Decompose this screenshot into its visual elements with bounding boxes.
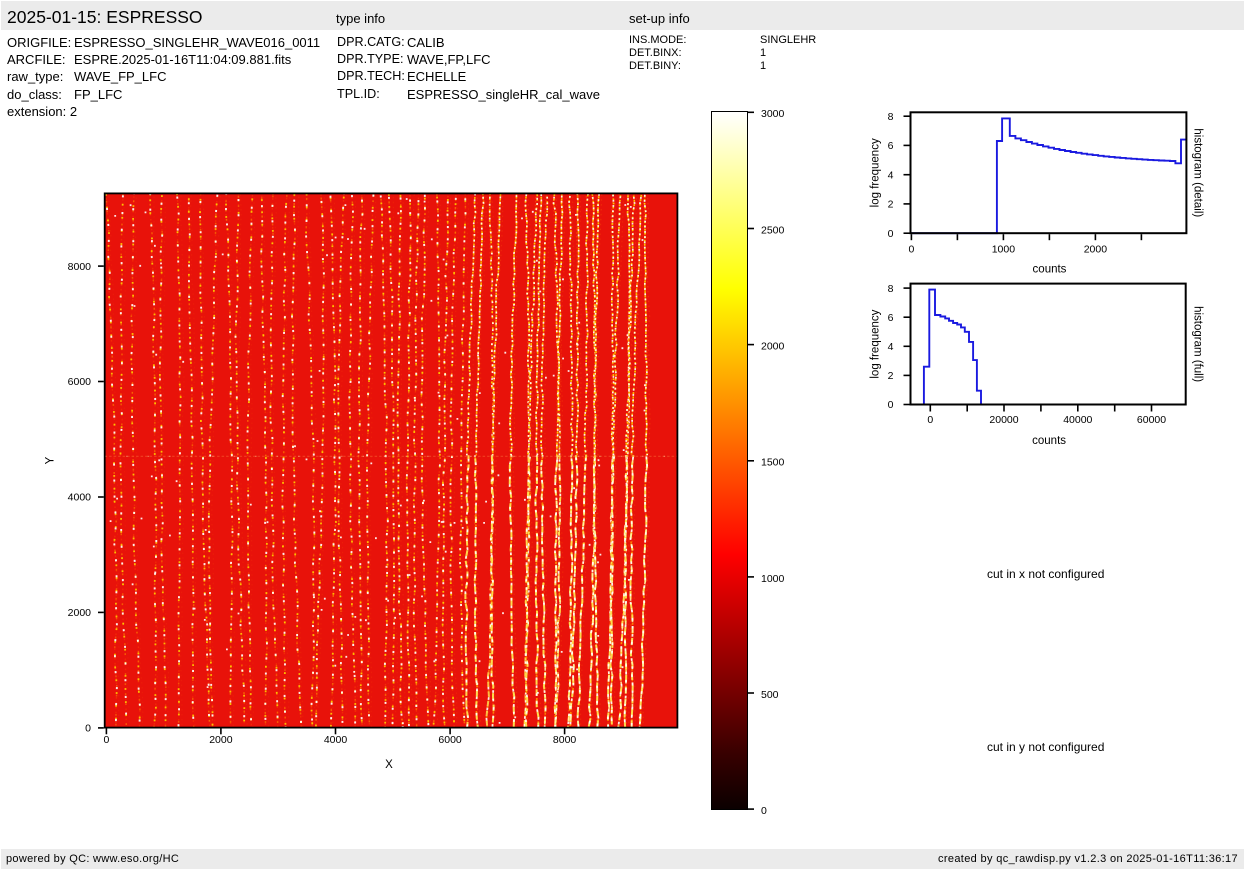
svg-text:0: 0	[761, 805, 767, 817]
svg-text:log frequency: log frequency	[870, 138, 882, 207]
svg-text:0: 0	[888, 228, 894, 240]
svg-text:6000: 6000	[438, 734, 462, 746]
svg-text:histogram (detail): histogram (detail)	[1192, 128, 1204, 217]
svg-text:1000: 1000	[761, 573, 785, 585]
svg-text:8: 8	[888, 283, 894, 295]
svg-text:1500: 1500	[761, 457, 785, 469]
svg-text:1000: 1000	[992, 243, 1016, 255]
svg-text:0: 0	[888, 399, 894, 411]
svg-text:2000: 2000	[68, 607, 92, 619]
svg-text:0: 0	[103, 734, 109, 746]
svg-text:X: X	[385, 759, 393, 771]
svg-text:6: 6	[888, 140, 894, 152]
svg-text:Y: Y	[45, 456, 57, 464]
svg-text:500: 500	[761, 689, 779, 701]
svg-text:0: 0	[85, 723, 91, 735]
svg-text:8000: 8000	[68, 261, 92, 273]
svg-text:4: 4	[888, 341, 894, 353]
svg-text:2000: 2000	[1084, 243, 1108, 255]
svg-text:4000: 4000	[68, 492, 92, 504]
svg-text:2000: 2000	[761, 341, 785, 353]
svg-text:8: 8	[888, 111, 894, 123]
svg-text:0: 0	[927, 414, 933, 426]
svg-text:40000: 40000	[1063, 414, 1092, 426]
svg-text:2500: 2500	[761, 224, 785, 236]
svg-text:3000: 3000	[761, 108, 785, 120]
svg-text:0: 0	[908, 243, 914, 255]
svg-text:6: 6	[888, 312, 894, 324]
svg-text:4000: 4000	[324, 734, 348, 746]
svg-text:8000: 8000	[553, 734, 577, 746]
svg-text:counts: counts	[1032, 435, 1066, 447]
svg-text:2000: 2000	[209, 734, 233, 746]
svg-text:20000: 20000	[989, 414, 1018, 426]
svg-text:histogram (full): histogram (full)	[1192, 306, 1204, 382]
svg-text:6000: 6000	[68, 376, 92, 388]
svg-text:log frequency: log frequency	[870, 309, 882, 378]
svg-text:60000: 60000	[1137, 414, 1166, 426]
svg-text:2: 2	[888, 370, 894, 382]
svg-text:2: 2	[888, 199, 894, 211]
svg-text:4: 4	[888, 169, 894, 181]
